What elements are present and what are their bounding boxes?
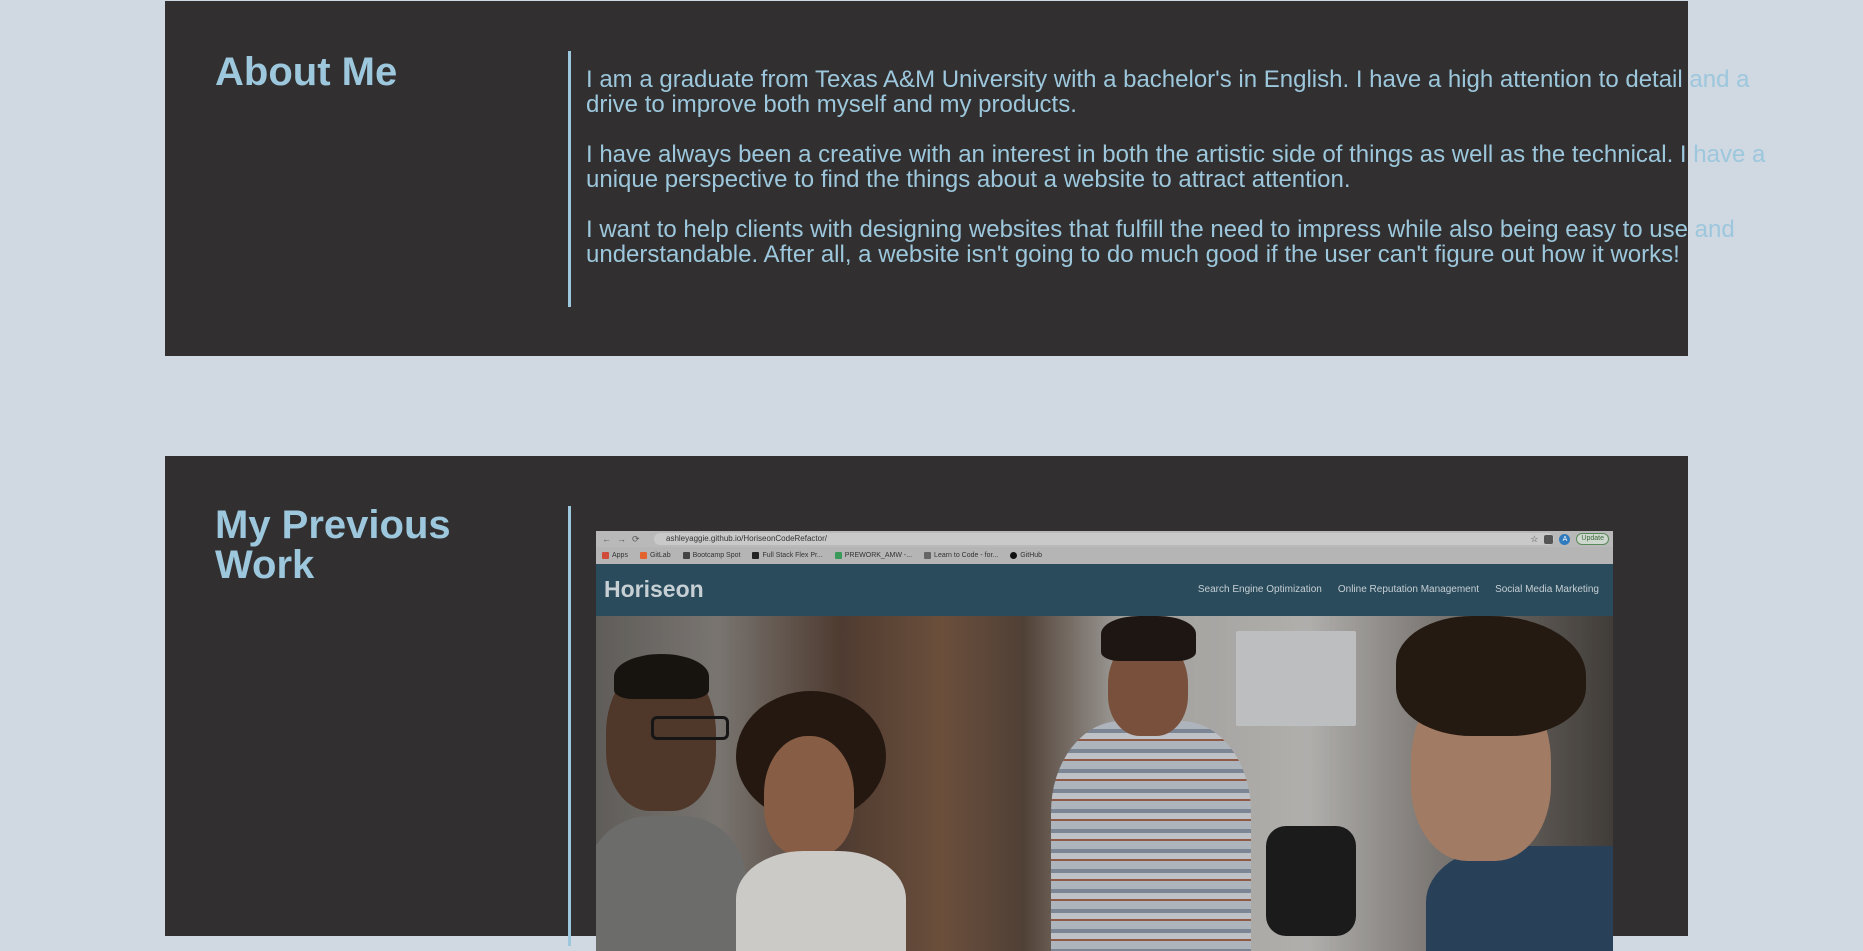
about-section: About Me I am a graduate from Texas A&M … bbox=[165, 1, 1765, 356]
apps-icon bbox=[602, 552, 609, 559]
bookmark-item: Apps bbox=[602, 552, 628, 559]
previous-work-screenshot[interactable]: ←→⟳ ashleyaggie.github.io/HoriseonCodeRe… bbox=[596, 531, 1613, 951]
avatar: A bbox=[1559, 533, 1571, 545]
bootcamp-icon bbox=[682, 552, 690, 559]
about-paragraph-1: I am a graduate from Texas A&M Universit… bbox=[586, 66, 1750, 118]
previous-work-divider bbox=[568, 506, 571, 946]
browser-actions: ☆ A Update bbox=[1530, 533, 1609, 545]
about-paragraph-2: I have always been a creative with an in… bbox=[586, 141, 1766, 193]
about-text: I am a graduate from Texas A&M Universit… bbox=[586, 67, 1786, 292]
bookmarks-bar: Apps GitLab Bootcamp Spot Full Stack Fle… bbox=[596, 547, 1613, 564]
bookmark-item: Learn to Code - for... bbox=[924, 552, 998, 559]
document-icon bbox=[752, 552, 760, 559]
browser-url-bar: ashleyaggie.github.io/HoriseonCodeRefact… bbox=[654, 533, 1554, 545]
about-paragraph-3: I want to help clients with designing we… bbox=[586, 216, 1735, 268]
previous-work-section: My Previous Work ←→⟳ ashleyaggie.github.… bbox=[165, 456, 1688, 951]
site-header: Horiseon Search Engine Optimization Onli… bbox=[596, 564, 1613, 616]
site-nav: Search Engine Optimization Online Reputa… bbox=[1198, 584, 1599, 595]
bookmark-item: Full Stack Flex Pr... bbox=[752, 552, 823, 559]
github-icon bbox=[1010, 552, 1018, 559]
site-nav-item: Social Media Marketing bbox=[1495, 584, 1599, 595]
bookmark-item: PREWORK_AMW -... bbox=[834, 552, 912, 559]
site-nav-item: Online Reputation Management bbox=[1337, 584, 1480, 595]
bookmark-item: Bootcamp Spot bbox=[682, 552, 740, 559]
extension-icon bbox=[1544, 534, 1554, 544]
browser-url-text: ashleyaggie.github.io/HoriseonCodeRefact… bbox=[666, 534, 827, 543]
bookmark-item: GitHub bbox=[1010, 552, 1042, 559]
photo-overlay bbox=[596, 616, 1613, 951]
site-logo: Horiseon bbox=[604, 576, 704, 602]
previous-work-title: My Previous Work bbox=[215, 503, 451, 587]
gitlab-icon bbox=[639, 552, 647, 559]
browser-toolbar: ←→⟳ ashleyaggie.github.io/HoriseonCodeRe… bbox=[596, 531, 1613, 547]
bookmark-item: GitLab bbox=[639, 552, 671, 559]
site-nav-item: Search Engine Optimization bbox=[1197, 584, 1322, 595]
star-icon: ☆ bbox=[1530, 533, 1539, 544]
about-divider bbox=[568, 51, 571, 307]
browser-nav-icons: ←→⟳ bbox=[602, 534, 646, 544]
update-badge: Update bbox=[1576, 533, 1609, 545]
drive-icon bbox=[834, 552, 842, 559]
hero-photo bbox=[596, 616, 1613, 951]
page-icon bbox=[924, 552, 932, 559]
about-title: About Me bbox=[215, 50, 398, 94]
